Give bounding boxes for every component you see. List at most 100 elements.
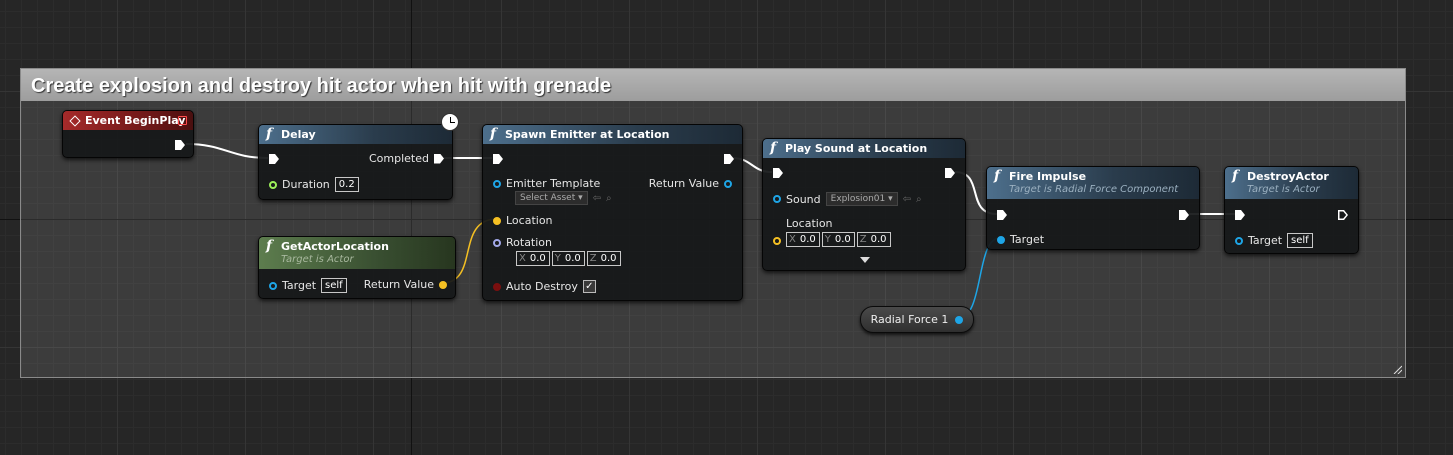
- exec-out-pin[interactable]: [1179, 210, 1189, 220]
- exec-in-row[interactable]: [493, 154, 503, 164]
- rotation-values[interactable]: X 0.0 Y 0.0 Z 0.0: [516, 251, 621, 266]
- auto-destroy-checkbox[interactable]: ✓: [582, 280, 596, 293]
- function-icon: f: [994, 168, 1001, 184]
- node-destroy-actor[interactable]: f DestroyActor Target is Actor Target se…: [1224, 166, 1359, 254]
- bool-pin[interactable]: [493, 282, 501, 291]
- exec-out-row[interactable]: [724, 154, 734, 164]
- float-pin[interactable]: [269, 180, 277, 189]
- vector-pin[interactable]: [439, 280, 447, 289]
- sound-label: Sound: [786, 192, 821, 206]
- location-values[interactable]: X 0.0 Y 0.0 Z 0.0: [786, 232, 891, 247]
- exec-in-pin[interactable]: [1235, 210, 1245, 220]
- node-play-sound[interactable]: f Play Sound at Location Sound Explosion…: [762, 138, 966, 271]
- event-icon: [69, 115, 81, 127]
- rotation-row[interactable]: Rotation: [493, 236, 552, 249]
- exec-out-row[interactable]: [175, 140, 185, 150]
- exec-out-pin[interactable]: [175, 140, 185, 150]
- node-header[interactable]: f DestroyActor Target is Actor: [1225, 167, 1358, 199]
- target-self-input[interactable]: self: [321, 278, 347, 293]
- function-icon: f: [490, 126, 497, 142]
- return-value-label: Return Value: [648, 177, 719, 190]
- use-selected-icon[interactable]: ⇦: [593, 193, 601, 204]
- location-x-input[interactable]: X 0.0: [786, 232, 820, 247]
- target-row[interactable]: Target self: [269, 278, 347, 293]
- browse-icon[interactable]: ⌕: [916, 194, 922, 205]
- return-value-label: Return Value: [363, 278, 434, 291]
- node-event-begin-play[interactable]: Event BeginPlay: [62, 110, 194, 158]
- function-icon: f: [1232, 168, 1239, 184]
- target-self-input[interactable]: self: [1287, 233, 1313, 248]
- object-pin[interactable]: [955, 315, 964, 324]
- node-radial-force-variable[interactable]: Radial Force 1: [860, 306, 974, 333]
- node-title: GetActorLocation: [281, 240, 389, 253]
- node-title: DestroyActor: [1247, 170, 1329, 183]
- exec-out-row[interactable]: [1338, 210, 1348, 220]
- exec-in-row[interactable]: [269, 154, 279, 164]
- node-header[interactable]: f GetActorLocation Target is Actor: [259, 237, 455, 269]
- node-title: Spawn Emitter at Location: [505, 128, 670, 141]
- emitter-template-label: Emitter Template: [506, 177, 601, 190]
- object-pin[interactable]: [773, 195, 781, 203]
- exec-in-pin[interactable]: [997, 210, 1007, 220]
- node-subtitle: Target is Actor: [281, 254, 354, 265]
- exec-out-pin[interactable]: [434, 153, 444, 164]
- duration-row[interactable]: Duration 0.2: [269, 177, 359, 192]
- exec-out-row[interactable]: [1179, 210, 1189, 220]
- location-y-input[interactable]: Y 0.0: [821, 232, 855, 247]
- return-value-row[interactable]: Return Value: [364, 278, 447, 291]
- asset-picker[interactable]: Select Asset ▾: [515, 191, 588, 205]
- node-fire-impulse[interactable]: f Fire Impulse Target is Radial Force Co…: [986, 166, 1200, 250]
- completed-row[interactable]: Completed: [369, 152, 444, 165]
- sound-row[interactable]: Sound Explosion01 ▾ ⇦ ⌕: [773, 192, 922, 206]
- object-pin[interactable]: [1235, 236, 1243, 245]
- sound-asset-picker[interactable]: Explosion01 ▾: [825, 192, 898, 206]
- exec-in-row[interactable]: [1235, 210, 1245, 220]
- exec-in-pin[interactable]: [773, 168, 783, 178]
- rotation-z-input[interactable]: Z 0.0: [586, 251, 621, 266]
- exec-out-pin[interactable]: [724, 154, 734, 164]
- exec-in-row[interactable]: [773, 168, 783, 178]
- browse-icon[interactable]: ⌕: [606, 193, 612, 204]
- exec-out-row[interactable]: [945, 168, 955, 178]
- emitter-asset-row[interactable]: Select Asset ▾ ⇦ ⌕: [515, 191, 612, 205]
- node-header[interactable]: Event BeginPlay: [63, 111, 193, 130]
- vector-pin[interactable]: [493, 216, 501, 225]
- exec-out-pin[interactable]: [1338, 210, 1348, 220]
- target-label: Target: [1010, 233, 1045, 246]
- exec-out-pin[interactable]: [945, 168, 955, 178]
- rotator-pin[interactable]: [493, 238, 501, 247]
- exec-in-pin[interactable]: [493, 154, 503, 164]
- node-delay[interactable]: f Delay Completed Duration 0.2: [258, 124, 453, 200]
- node-header[interactable]: f Delay: [259, 125, 452, 144]
- rotation-y-input[interactable]: Y 0.0: [551, 251, 585, 266]
- stop-icon: [178, 116, 187, 125]
- target-row[interactable]: Target: [997, 233, 1044, 246]
- node-header[interactable]: f Play Sound at Location: [763, 139, 965, 158]
- location-z-input[interactable]: Z 0.0: [856, 232, 891, 247]
- target-row[interactable]: Target self: [1235, 233, 1313, 248]
- emitter-template-row[interactable]: Emitter Template: [493, 177, 600, 190]
- object-pin[interactable]: [997, 235, 1005, 244]
- node-header[interactable]: f Fire Impulse Target is Radial Force Co…: [987, 167, 1199, 199]
- duration-input[interactable]: 0.2: [334, 177, 359, 192]
- auto-destroy-row[interactable]: Auto Destroy ✓: [493, 280, 596, 293]
- exec-in-pin[interactable]: [269, 154, 279, 164]
- vector-pin[interactable]: [773, 237, 781, 245]
- exec-in-row[interactable]: [997, 210, 1007, 220]
- node-header[interactable]: f Spawn Emitter at Location: [483, 125, 742, 144]
- object-pin[interactable]: [493, 179, 501, 188]
- use-selected-icon[interactable]: ⇦: [903, 194, 911, 205]
- object-pin[interactable]: [269, 281, 277, 290]
- node-title: Play Sound at Location: [785, 142, 928, 155]
- node-title: Event BeginPlay: [85, 114, 186, 127]
- node-spawn-emitter[interactable]: f Spawn Emitter at Location Emitter Temp…: [482, 124, 743, 301]
- location-row[interactable]: Location: [493, 214, 553, 227]
- object-pin[interactable]: [724, 179, 732, 188]
- advanced-pins-arrow-icon[interactable]: [860, 257, 870, 263]
- rotation-x-input[interactable]: X 0.0: [516, 251, 550, 266]
- function-icon: f: [266, 126, 273, 142]
- duration-label: Duration: [282, 178, 330, 191]
- location-row[interactable]: Location X 0.0 Y 0.0 Z 0.0: [773, 217, 891, 247]
- return-value-row[interactable]: Return Value: [649, 177, 732, 190]
- node-get-actor-location[interactable]: f GetActorLocation Target is Actor Targe…: [258, 236, 456, 299]
